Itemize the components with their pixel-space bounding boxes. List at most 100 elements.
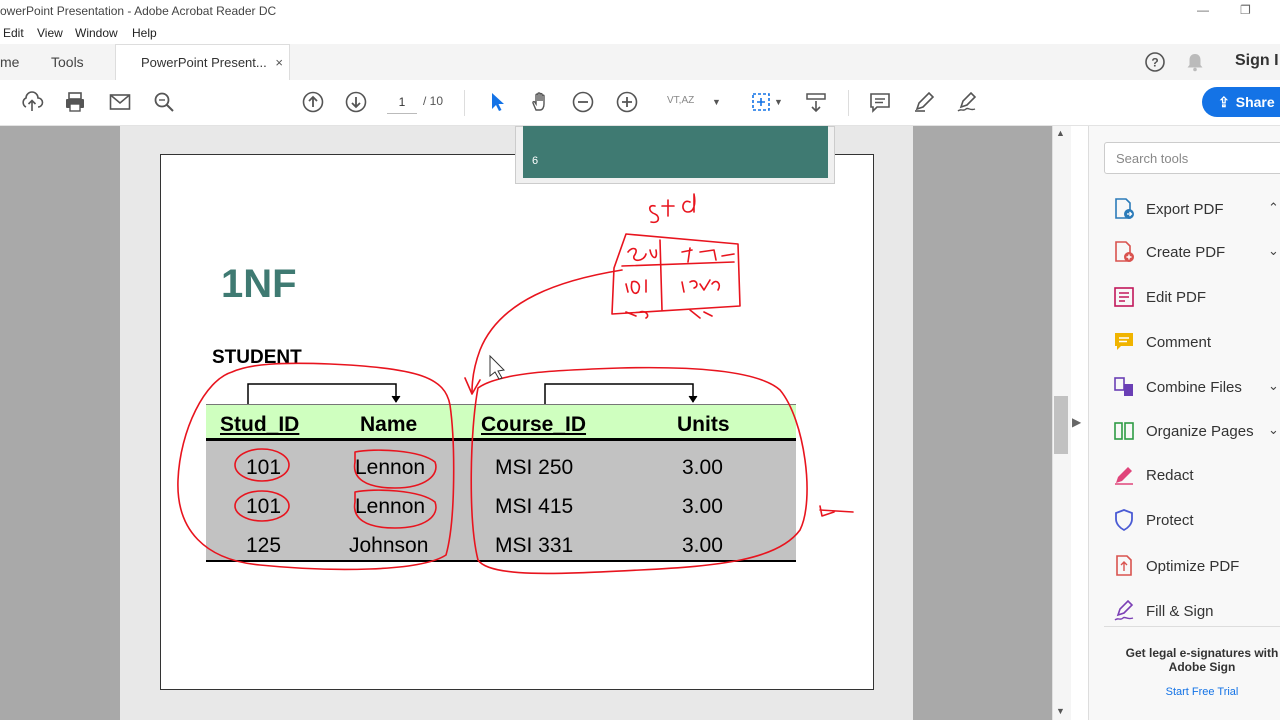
tool-label: Fill & Sign [1146, 603, 1214, 620]
column-header-units: Units [677, 413, 730, 436]
page-total: / 10 [423, 94, 444, 108]
chevron-down-icon[interactable]: ⌄ [1268, 243, 1279, 259]
slide-number: 6 [532, 155, 539, 167]
menu-window[interactable]: Window [75, 26, 118, 40]
fit-page-icon[interactable] [750, 90, 774, 114]
share-icon: ⇪ [1218, 94, 1230, 110]
table-cell: Johnson [349, 534, 429, 557]
svg-text:?: ? [1151, 56, 1158, 70]
hand-tool-icon[interactable] [528, 90, 552, 114]
optimize-pdf-icon [1112, 554, 1136, 578]
restore-button[interactable]: ❐ [1240, 3, 1251, 17]
title-bar: PowerPoint Presentation - Adobe Acrobat … [0, 0, 1280, 22]
table-cell: 101 [246, 495, 282, 518]
share-label: Share [1235, 94, 1275, 110]
comment-tool-icon[interactable] [868, 90, 892, 114]
table-body: 101 Lennon MSI 250 3.00 101 Lennon MSI 4… [206, 441, 796, 562]
previous-slide-footer [523, 126, 828, 178]
tab-document[interactable]: PowerPoint Present... × [115, 44, 290, 80]
toolbar [0, 80, 1280, 126]
scroll-up-icon[interactable]: ▲ [1056, 128, 1065, 138]
email-icon[interactable] [108, 90, 132, 114]
search-icon[interactable] [152, 90, 176, 114]
zoom-in-icon[interactable] [615, 90, 639, 114]
scrollbar-thumb[interactable] [1054, 396, 1068, 454]
export-pdf-icon [1112, 197, 1136, 221]
table-cell: 3.00 [682, 534, 723, 557]
chevron-down-icon[interactable]: ▼ [712, 97, 721, 107]
tool-label: Optimize PDF [1146, 558, 1240, 575]
table-name: STUDENT [212, 347, 302, 368]
help-icon[interactable]: ? [1144, 51, 1166, 76]
tool-label: Export PDF [1146, 201, 1224, 218]
comment-icon [1112, 330, 1136, 354]
column-header-course-id: Course_ID [481, 413, 587, 436]
table-cell: 125 [246, 534, 282, 557]
table-cell: 3.00 [682, 495, 723, 518]
tab-bar: me Tools PowerPoint Present... × ? Sign … [0, 44, 1280, 81]
table-cell: 3.00 [682, 456, 723, 479]
menu-edit[interactable]: Edit [3, 26, 24, 40]
tab-tools[interactable]: Tools [51, 44, 84, 80]
previous-page-icon[interactable] [301, 90, 325, 114]
tool-label: Edit PDF [1146, 289, 1207, 306]
print-icon[interactable] [63, 90, 87, 114]
table-cell: Lennon [355, 456, 426, 479]
protect-icon [1112, 508, 1136, 532]
share-button[interactable]: ⇪ Share [1202, 87, 1280, 117]
collapse-panel-icon[interactable]: ▶ [1072, 415, 1081, 429]
student-table: Stud_ID Name Course_ID Units 101 Lennon … [206, 383, 796, 562]
slide-heading: 1NF [221, 262, 297, 306]
chevron-down-icon[interactable]: ⌄ [1268, 378, 1279, 394]
panel-divider [1104, 626, 1280, 627]
chevron-up-icon[interactable]: ⌃ [1268, 200, 1279, 216]
edit-pdf-icon [1112, 285, 1136, 309]
next-page-icon[interactable] [344, 90, 368, 114]
combine-files-icon [1112, 375, 1136, 399]
column-header-stud-id: Stud_ID [220, 413, 300, 436]
scroll-mode-icon[interactable] [804, 90, 828, 114]
upload-icon[interactable] [20, 90, 44, 114]
fill-sign-icon [1112, 599, 1136, 623]
tool-label: Comment [1146, 334, 1212, 351]
select-cursor-icon[interactable] [485, 90, 509, 114]
table-cell: Lennon [355, 495, 426, 518]
tool-label: Combine Files [1146, 379, 1242, 396]
table-cell: 101 [246, 456, 282, 479]
menu-help[interactable]: Help [132, 26, 157, 40]
chevron-down-icon[interactable]: ⌄ [1268, 422, 1279, 438]
tab-document-label: PowerPoint Present... [141, 55, 267, 70]
window-title: PowerPoint Presentation - Adobe Acrobat … [0, 4, 277, 18]
sign-in-link[interactable]: Sign I [1235, 52, 1279, 70]
tool-label: Organize Pages [1146, 423, 1254, 440]
column-header-name: Name [360, 413, 418, 436]
zoom-select[interactable]: VT,AZ [667, 95, 694, 106]
scroll-down-icon[interactable]: ▼ [1056, 706, 1065, 716]
tool-label: Create PDF [1146, 244, 1226, 261]
table-cell: MSI 331 [495, 534, 574, 557]
start-free-trial-link[interactable]: Start Free Trial [1124, 686, 1280, 698]
tool-label: Protect [1146, 512, 1194, 529]
toolbar-divider [464, 90, 465, 116]
menu-view[interactable]: View [37, 26, 63, 40]
table-header: Stud_ID Name Course_ID Units [206, 404, 796, 441]
menu-bar: Edit View Window Help [0, 22, 1280, 44]
table-cell: MSI 250 [495, 456, 574, 479]
minimize-button[interactable]: — [1197, 3, 1209, 17]
zoom-out-icon[interactable] [571, 90, 595, 114]
bell-icon[interactable] [1186, 52, 1204, 75]
sign-pen-icon[interactable] [955, 90, 979, 114]
toolbar-divider [848, 90, 849, 116]
tool-label: Redact [1146, 467, 1194, 484]
page-number-input[interactable]: 1 [387, 91, 417, 114]
close-tab-icon[interactable]: × [275, 45, 283, 81]
search-tools-input[interactable]: Search tools [1104, 142, 1280, 174]
tab-home[interactable]: me [0, 44, 19, 80]
highlight-pen-icon[interactable] [912, 90, 936, 114]
fit-menu-chevron-icon[interactable]: ▼ [774, 97, 783, 107]
table-cell: MSI 415 [495, 495, 574, 518]
organize-pages-icon [1112, 419, 1136, 443]
create-pdf-icon [1112, 240, 1136, 264]
redact-icon [1112, 463, 1136, 487]
dependency-brackets [247, 383, 698, 404]
